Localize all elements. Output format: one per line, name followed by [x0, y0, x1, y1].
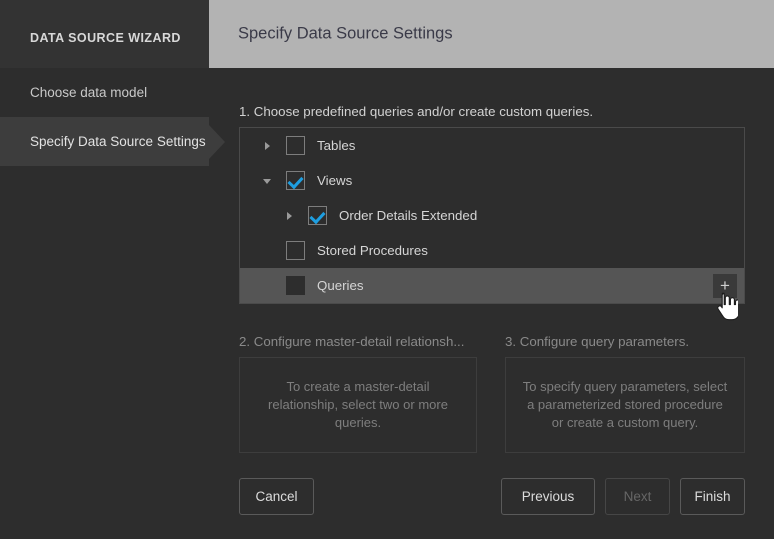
- collapsed-triangle-icon[interactable]: [284, 210, 296, 222]
- checkbox-queries[interactable]: [286, 276, 305, 295]
- tree-label-stored-procedures: Stored Procedures: [317, 243, 428, 258]
- sidebar-brand-title: DATA SOURCE WIZARD: [30, 31, 181, 45]
- tree-label-queries: Queries: [317, 278, 364, 293]
- tree-row-queries[interactable]: Queries +: [240, 268, 744, 303]
- step-3-label: 3. Configure query parameters.: [505, 334, 690, 349]
- wizard-sidebar: DATA SOURCE WIZARD Choose data model Spe…: [0, 0, 209, 539]
- tree-row-tables[interactable]: Tables: [240, 128, 744, 163]
- page-title: Specify Data Source Settings: [238, 24, 453, 43]
- checkbox-order-details-extended[interactable]: [308, 206, 327, 225]
- master-detail-placeholder-text: To create a master-detail relationship, …: [268, 379, 448, 430]
- sidebar-brand: DATA SOURCE WIZARD: [0, 0, 209, 68]
- add-query-button[interactable]: +: [713, 273, 737, 298]
- previous-button[interactable]: Previous: [501, 478, 595, 515]
- tree-row-order-details-extended[interactable]: Order Details Extended: [240, 198, 744, 233]
- checkbox-views[interactable]: [286, 171, 305, 190]
- query-parameters-placeholder-text: To specify query parameters, select a pa…: [522, 379, 728, 430]
- finish-button[interactable]: Finish: [680, 478, 745, 515]
- next-button: Next: [605, 478, 670, 515]
- tree-label-order-details-extended: Order Details Extended: [339, 208, 478, 223]
- cancel-button[interactable]: Cancel: [239, 478, 314, 515]
- twisty-placeholder: [262, 245, 274, 257]
- collapsed-triangle-icon[interactable]: [262, 140, 274, 152]
- query-tree-panel[interactable]: Tables Views Order Details Extended Stor…: [239, 127, 745, 304]
- step-1-label: 1. Choose predefined queries and/or crea…: [239, 104, 594, 119]
- step-2-label: 2. Configure master-detail relationsh...: [239, 334, 465, 349]
- expanded-triangle-icon[interactable]: [262, 175, 274, 187]
- tree-row-views[interactable]: Views: [240, 163, 744, 198]
- sidebar-item-specify-data-source-settings[interactable]: Specify Data Source Settings: [0, 117, 209, 166]
- tree-label-tables: Tables: [317, 138, 356, 153]
- checkbox-tables[interactable]: [286, 136, 305, 155]
- twisty-placeholder: [262, 280, 274, 292]
- query-parameters-panel[interactable]: To specify query parameters, select a pa…: [505, 357, 745, 453]
- tree-label-views: Views: [317, 173, 353, 188]
- sidebar-item-choose-data-model[interactable]: Choose data model: [0, 68, 209, 117]
- master-detail-panel[interactable]: To create a master-detail relationship, …: [239, 357, 477, 453]
- sidebar-item-list: Choose data model Specify Data Source Se…: [0, 68, 209, 166]
- wizard-content: 1. Choose predefined queries and/or crea…: [209, 68, 774, 539]
- data-source-wizard-window: DATA SOURCE WIZARD Choose data model Spe…: [0, 0, 782, 546]
- tree-row-stored-procedures[interactable]: Stored Procedures: [240, 233, 744, 268]
- page-header: Specify Data Source Settings: [209, 0, 774, 68]
- checkbox-stored-procedures[interactable]: [286, 241, 305, 260]
